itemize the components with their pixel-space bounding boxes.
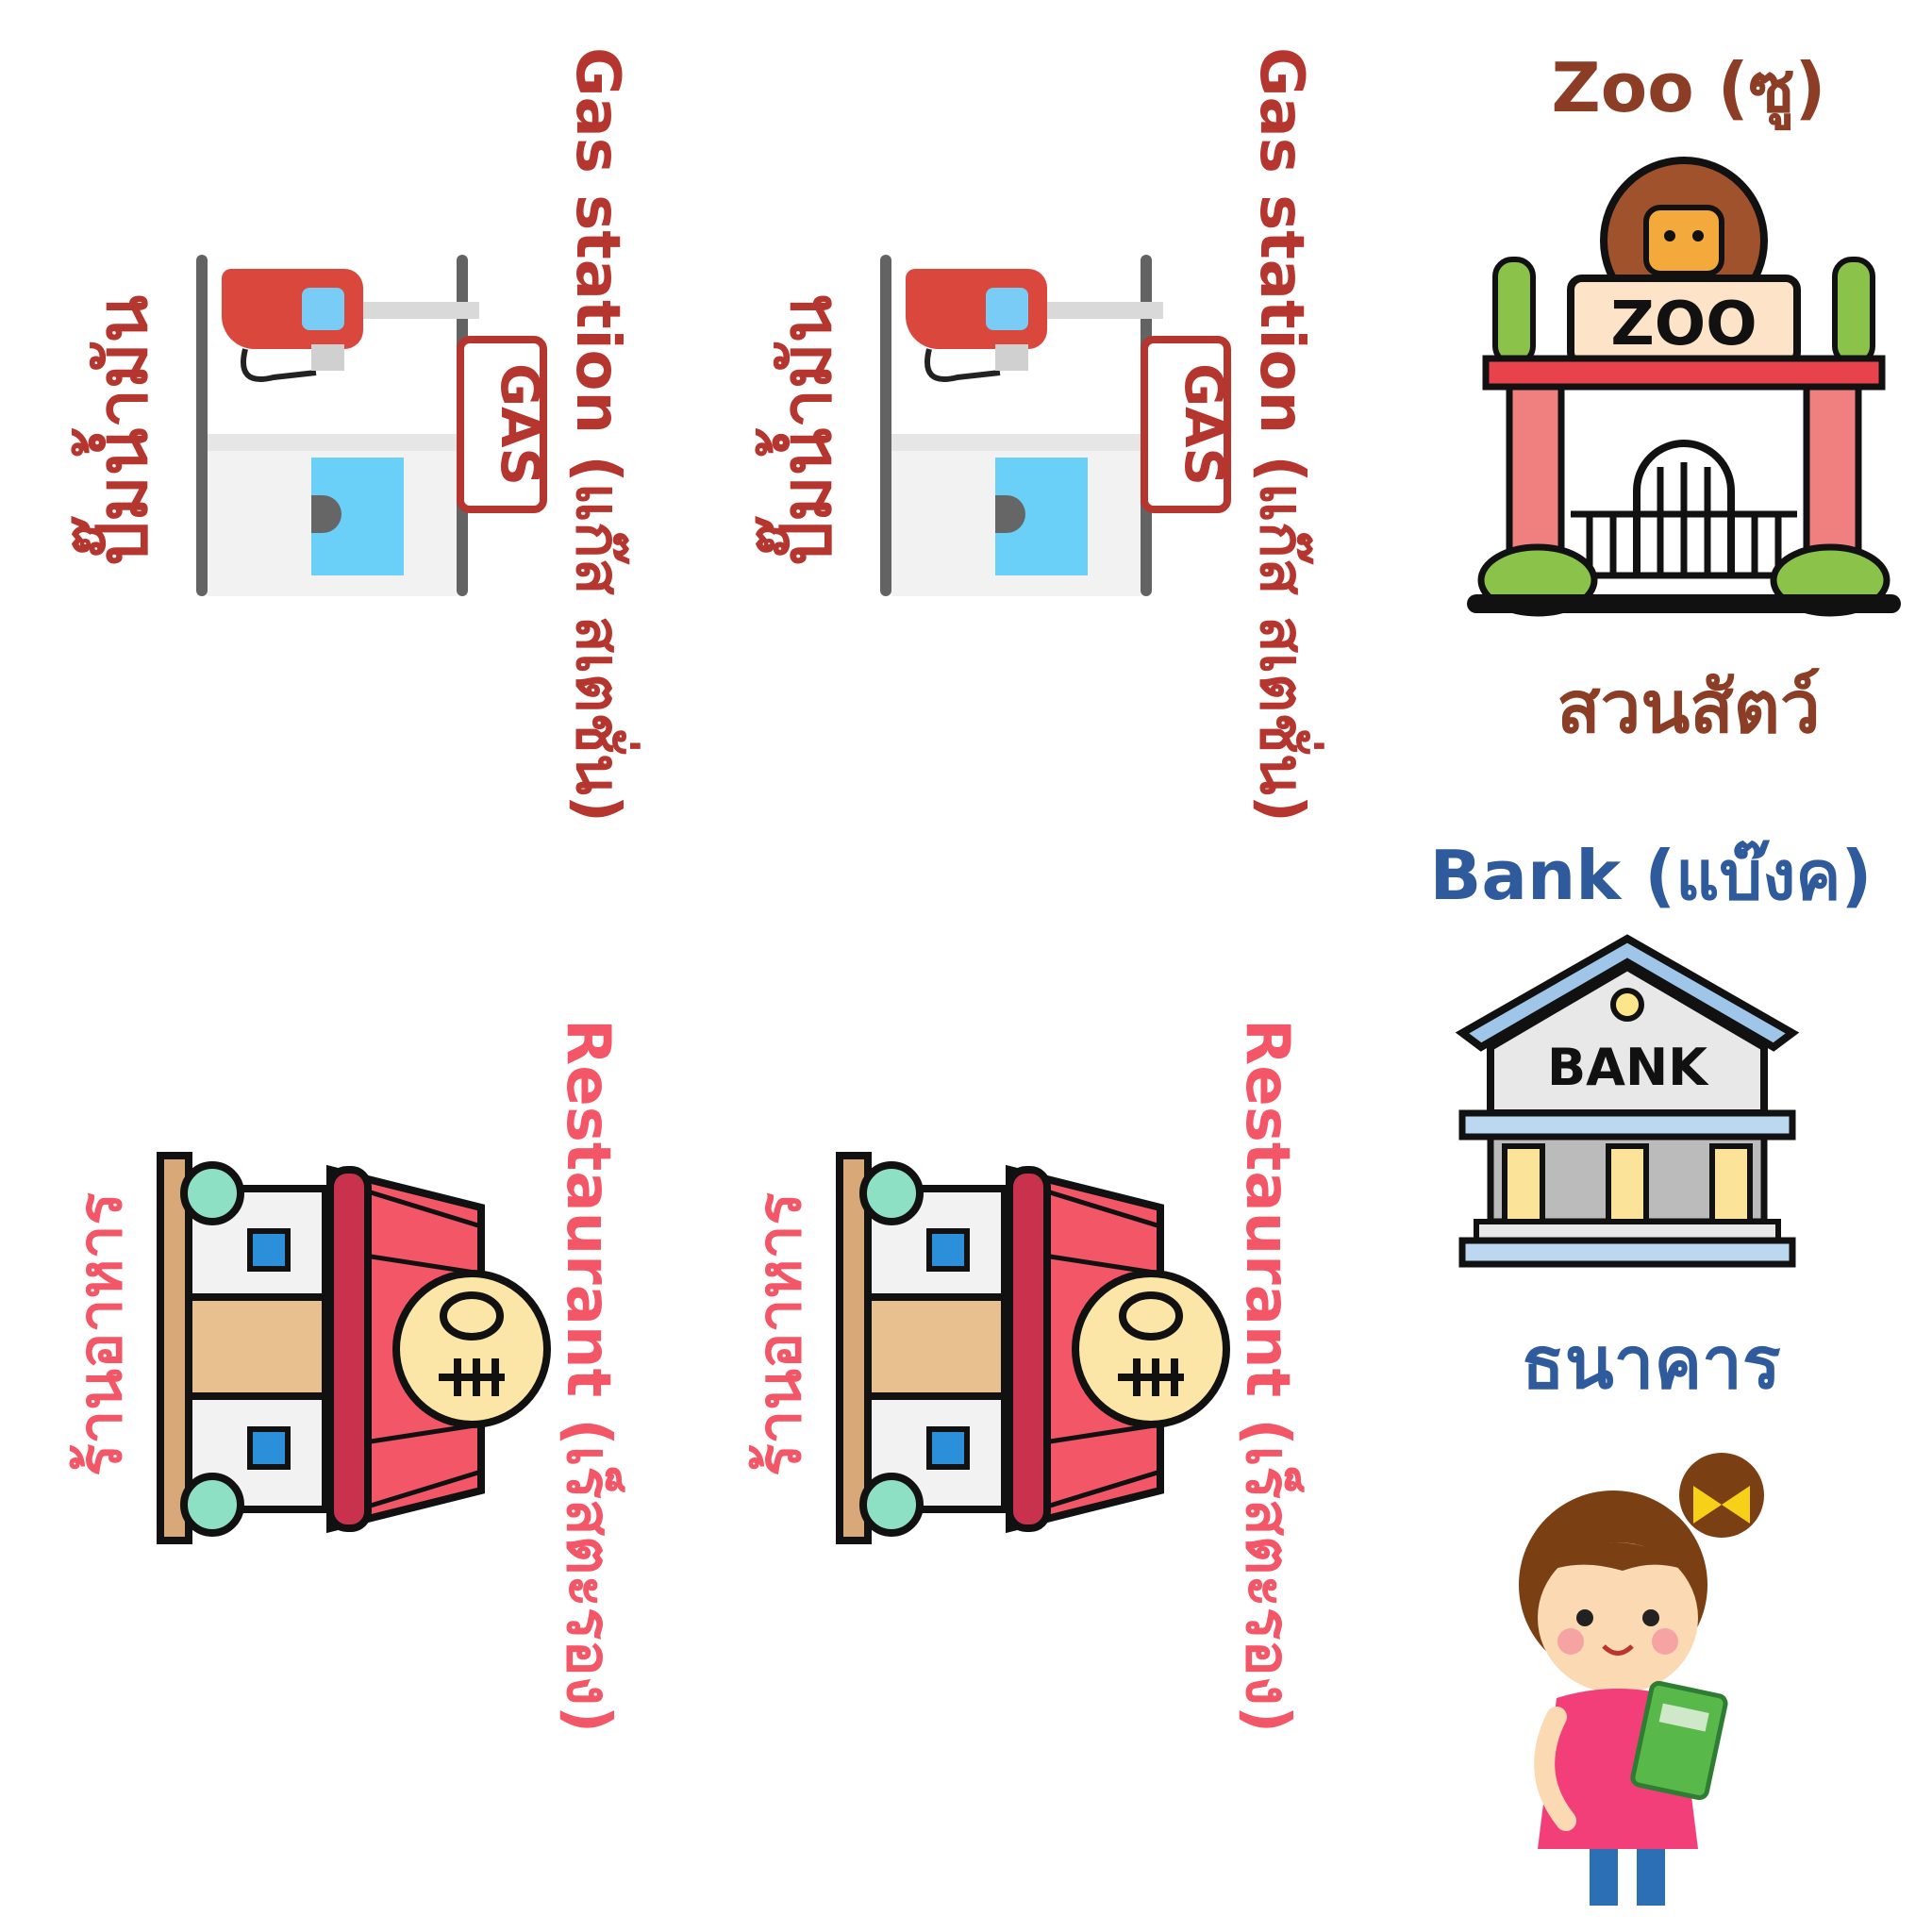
girl-with-book-illustration: [1519, 1453, 1764, 1906]
restaurant-icon: [836, 1152, 1230, 1544]
restaurant-title-1: Restaurant (เร็สตะรอง): [553, 1019, 623, 1734]
restaurant-thai-2: ร้านอาหาร: [745, 1192, 815, 1476]
gas-thai-1: ปั๊มน้ำมัน: [82, 294, 163, 566]
restaurant-title-2: Restaurant (เร็สตะรอง): [1232, 1019, 1302, 1734]
bank-building-icon: BANK: [1455, 934, 1800, 1268]
zoo-sign-text: ZOO: [1610, 290, 1757, 359]
restaurant-thai-1: ร้านอาหาร: [66, 1192, 136, 1476]
gas-station-icon: GAS: [196, 255, 550, 596]
gas-station-icon: GAS: [880, 255, 1234, 596]
gas-sign-text-1: GAS: [489, 363, 550, 486]
bank-sign-text: BANK: [1547, 1038, 1709, 1097]
bank-thai: ธนาคาร: [1521, 1321, 1781, 1405]
zoo-thai: สวนสัตว์: [1557, 665, 1821, 749]
zoo-gate-icon: ZOO: [1467, 157, 1901, 617]
gas-sign-text-2: GAS: [1173, 363, 1234, 486]
zoo-title: Zoo (ซู): [1551, 48, 1826, 127]
gas-title-2: Gas station (แก๊ส สเตชั่น): [1246, 47, 1316, 823]
gas-title-1: Gas station (แก๊ส สเตชั่น): [562, 47, 632, 823]
restaurant-icon: [157, 1152, 551, 1544]
bank-title: Bank (แบ๊งค): [1429, 836, 1873, 915]
gas-thai-2: ปั๊มน้ำมัน: [766, 294, 847, 566]
